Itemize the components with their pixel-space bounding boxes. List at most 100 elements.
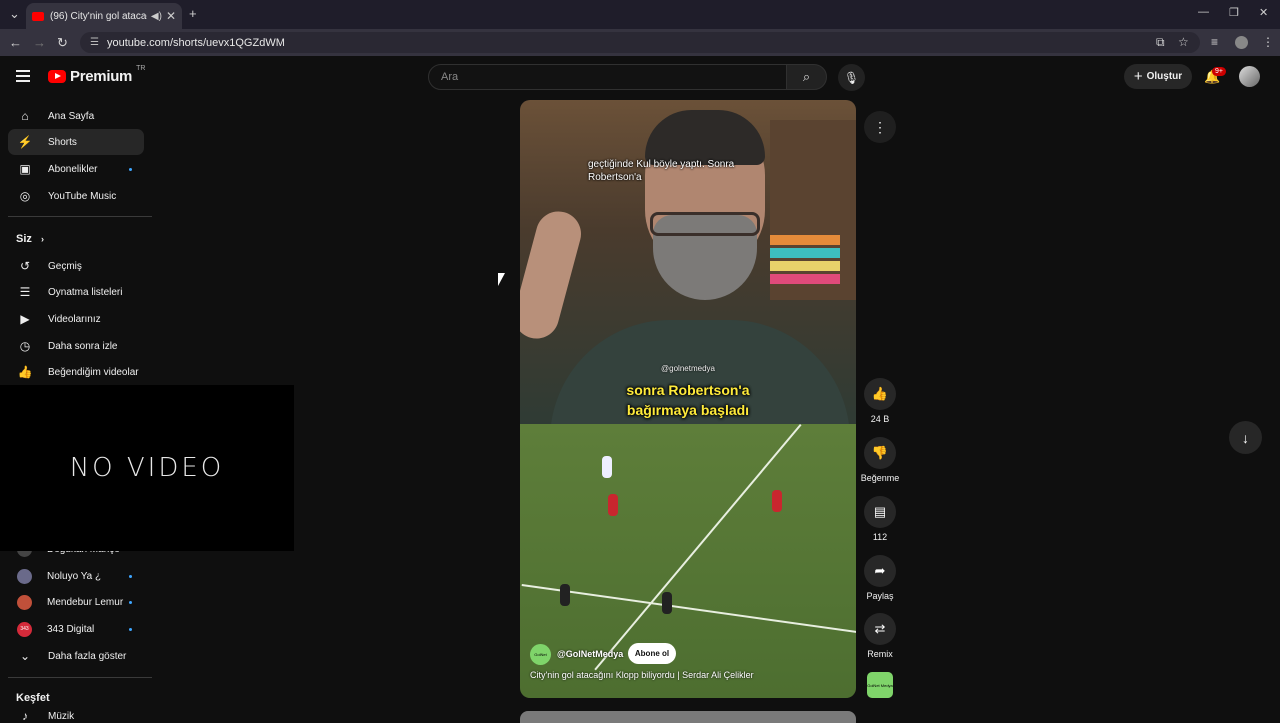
comments-button[interactable]: ▤ (864, 496, 896, 528)
sidebar-subscription-item[interactable]: Mendebur Lemur (8, 589, 144, 615)
mouse-cursor-icon (498, 273, 505, 286)
browser-menu-icon[interactable]: ⋮ (1262, 35, 1274, 49)
sidebar-item-subscriptions[interactable]: ▣ Abonelikler (8, 156, 144, 182)
minimize-icon[interactable]: — (1198, 6, 1209, 18)
dislike-button[interactable]: 👎 (864, 437, 896, 469)
channel-avatar[interactable]: GolNet (530, 644, 551, 665)
player-figure (602, 456, 612, 478)
sidebar-item-youtube-music[interactable]: ◎ YouTube Music (8, 183, 144, 209)
tab-audio-icon[interactable]: ◀) (151, 11, 162, 22)
remix-icon: ⇄ (874, 621, 886, 636)
sidebar-item-liked-videos[interactable]: 👍 Beğendiğim videolar (8, 359, 144, 385)
account-avatar[interactable] (1239, 66, 1260, 87)
shorts-icon: ⚡ (17, 135, 33, 149)
create-button[interactable]: + Oluştur (1124, 64, 1192, 89)
like-button[interactable]: 👍 (864, 378, 896, 410)
short-title[interactable]: City'nin gol atacağını Klopp biliyordu |… (530, 670, 850, 680)
no-video-overlay: NO VIDEO (0, 385, 294, 551)
sidebar-item-your-videos[interactable]: ▶ Videolarınız (8, 306, 144, 332)
sidebar-item-label: Noluyo Ya ¿ (47, 570, 102, 582)
youtube-favicon-icon (32, 11, 44, 21)
sidebar-item-label: YouTube Music (48, 190, 117, 202)
sidebar-subscription-item[interactable]: Noluyo Ya ¿ (8, 563, 144, 589)
sidebar-item-label: Ana Sayfa (48, 110, 95, 122)
browser-tab[interactable]: (96) City'nin gol atacağını K ◀) ✕ (26, 3, 182, 29)
restore-icon[interactable]: ❐ (1229, 6, 1239, 19)
reload-icon[interactable]: ↻ (57, 35, 68, 51)
sidebar-heading-you[interactable]: Siz › (16, 233, 44, 245)
channel-handle[interactable]: @GolNetMedya (557, 649, 623, 659)
create-label: Oluştur (1146, 71, 1183, 82)
install-app-icon[interactable]: ⧉ (1156, 35, 1165, 50)
site-info-icon[interactable]: ☰ (90, 37, 99, 48)
comment-count: 112 (872, 532, 888, 542)
dislike-label: Beğenme (860, 473, 900, 483)
caption-line: bağırmaya başladı (626, 402, 750, 418)
profile-avatar-icon[interactable] (1235, 36, 1248, 49)
sidebar-item-watch-later[interactable]: ◷ Daha sonra izle (8, 333, 144, 359)
address-bar[interactable]: ☰ youtube.com/shorts/uevx1QGZdWM (80, 32, 1200, 53)
forward-icon[interactable]: → (33, 35, 46, 50)
search-placeholder: Ara (441, 71, 459, 83)
sidebar-divider (8, 677, 152, 678)
youtube-header: Premium TR Ara ⌕ 🎙 + Oluştur 🔔 (0, 56, 1280, 100)
next-short-button[interactable]: ↓ (1229, 421, 1262, 454)
microphone-icon: 🎙 (843, 70, 860, 85)
sidebar-item-history[interactable]: ↺ Geçmiş (8, 253, 144, 279)
channel-avatar (17, 594, 32, 610)
sidebar-item-label: 343 Digital (47, 623, 95, 635)
sidebar-item-label: Beğendiğim videolar (48, 366, 139, 378)
youtube-premium-logo[interactable]: Premium TR (48, 65, 145, 85)
thumbs-down-icon: 👎 (871, 445, 889, 460)
search-button[interactable]: ⌕ (786, 64, 827, 90)
window-close-icon[interactable]: ✕ (1259, 6, 1268, 19)
subscriptions-icon: ▣ (19, 162, 31, 176)
sidebar-item-label: Oynatma listeleri (48, 286, 123, 298)
share-button[interactable]: ➦ (864, 555, 896, 587)
channel-avatar (17, 568, 32, 584)
home-icon: ⌂ (21, 109, 29, 123)
sidebar-item-label: Daha sonra izle (48, 340, 118, 352)
sidebar-item-label: Daha fazla göster (48, 650, 127, 662)
sidebar-item-shorts[interactable]: ⚡ Shorts (8, 129, 144, 155)
sidebar-show-more[interactable]: ⌄ Daha fazla göster (8, 643, 144, 669)
youtube-play-icon (48, 70, 66, 83)
tab-title: (96) City'nin gol atacağını K (50, 10, 147, 22)
search-input[interactable]: Ara (428, 64, 787, 90)
tab-search-icon[interactable]: ⌄ (9, 6, 20, 22)
logo-text: Premium (70, 68, 133, 85)
chevron-right-icon: › (40, 234, 44, 244)
sidebar-item-music[interactable]: ♪ Müzik (8, 709, 144, 723)
notification-badge: 9+ (1212, 67, 1226, 76)
sidebar-item-playlists[interactable]: ☰ Oynatma listeleri (8, 279, 144, 305)
hamburger-menu-icon[interactable] (16, 70, 30, 82)
sound-source-thumbnail[interactable]: GolNet Medya (867, 672, 893, 698)
reading-list-icon[interactable]: ≡ (1211, 35, 1218, 49)
sidebar-item-label: Geçmiş (48, 260, 82, 272)
more-options-button[interactable]: ⋮ (864, 111, 896, 143)
bookmark-star-icon[interactable]: ☆ (1178, 35, 1189, 49)
sidebar-item-home[interactable]: ⌂ Ana Sayfa (8, 103, 144, 129)
unread-dot (129, 627, 132, 631)
sidebar-subscription-item[interactable]: 343 343 Digital (8, 616, 144, 642)
search-icon: ⌕ (802, 69, 811, 84)
new-tab-icon[interactable]: + (189, 6, 197, 21)
subtitle-caption: geçtiğinde Kul böyle yaptı. Sonra Robert… (588, 159, 735, 183)
youtube-music-icon: ◎ (19, 189, 31, 203)
voice-search-button[interactable]: 🎙 (838, 64, 865, 91)
thumbs-up-icon: 👍 (871, 386, 889, 401)
remix-button[interactable]: ⇄ (864, 613, 896, 645)
share-arrow-icon: ➦ (874, 563, 886, 578)
caption-line: sonra Robertson'a (626, 382, 750, 398)
arrow-down-icon: ↓ (1242, 429, 1249, 446)
history-icon: ↺ (19, 259, 31, 273)
short-video-player[interactable]: geçtiğinde Kul böyle yaptı. Sonra Robert… (520, 100, 856, 698)
pitch-line (594, 424, 802, 671)
next-short-preview[interactable] (520, 711, 856, 723)
tab-close-icon[interactable]: ✕ (166, 9, 176, 23)
player-figure (662, 592, 672, 614)
subscribe-button[interactable]: Abone ol (628, 643, 676, 664)
liked-videos-icon: 👍 (17, 365, 33, 379)
back-icon[interactable]: ← (9, 35, 22, 50)
music-note-icon: ♪ (22, 709, 28, 723)
